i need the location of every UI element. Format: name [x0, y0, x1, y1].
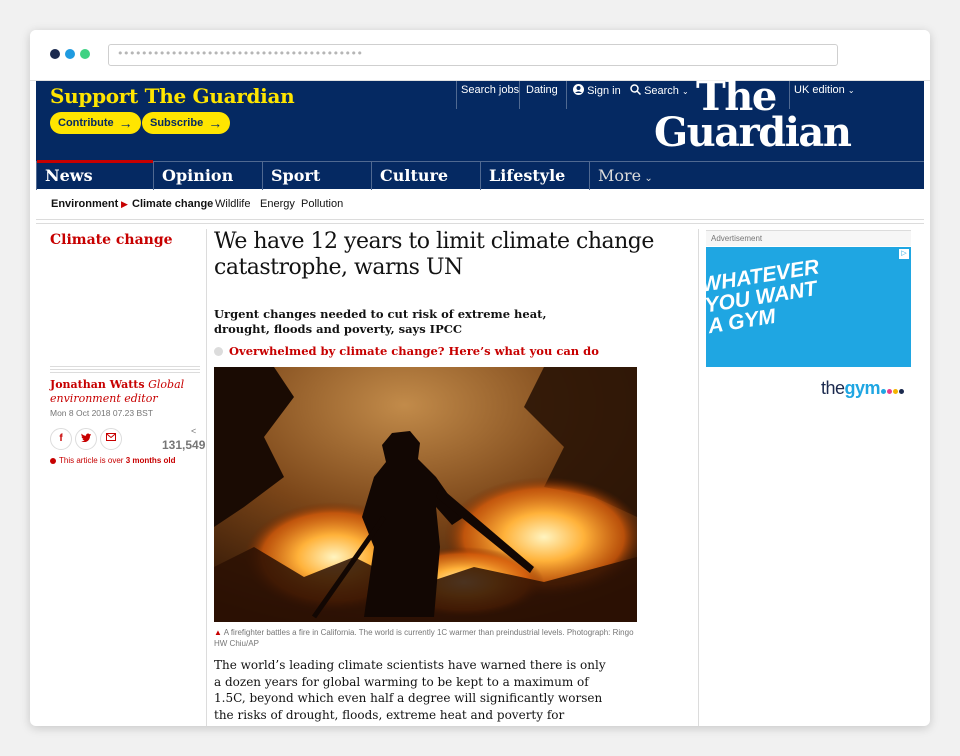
age-warning-prefix: This article is over: [59, 456, 124, 465]
nav-item-sport[interactable]: Sport: [262, 162, 371, 190]
triangle-right-icon: ▶: [121, 199, 128, 209]
subnav-item-environment[interactable]: Environment: [51, 189, 118, 219]
user-icon: [573, 84, 584, 95]
window-dot-minimize[interactable]: [65, 49, 75, 59]
author-name[interactable]: Jonathan Watts: [50, 378, 145, 391]
nav-item-lifestyle[interactable]: Lifestyle: [480, 162, 589, 190]
related-link[interactable]: Overwhelmed by climate change? Here’s wh…: [214, 344, 599, 358]
subnav-item-climate-change[interactable]: Climate change: [132, 189, 213, 219]
column-divider: [698, 229, 699, 726]
dot-icon: [893, 389, 899, 394]
sign-in-link[interactable]: Sign in: [573, 84, 621, 97]
dot-icon: [887, 389, 893, 394]
window-dot-maximize[interactable]: [80, 49, 90, 59]
search-icon: [630, 84, 642, 96]
browser-toolbar: ••••••••••••••••••••••••••••••••••••••••…: [30, 30, 930, 81]
brand-pre: the: [821, 378, 845, 398]
guardian-page: Support The Guardian Contribute → Subscr…: [36, 77, 924, 726]
article-headline: We have 12 years to limit climate change…: [214, 229, 654, 280]
subnav-item-wildlife[interactable]: Wildlife: [215, 189, 250, 219]
logo-line-2: Guardian: [654, 109, 852, 156]
section-label[interactable]: Climate change: [50, 232, 173, 248]
support-title[interactable]: Support The Guardian: [50, 84, 295, 108]
divider: [519, 81, 520, 109]
publish-date: Mon 8 Oct 2018 07.23 BST: [50, 408, 154, 418]
subnav-item-pollution[interactable]: Pollution: [301, 189, 343, 219]
dating-link[interactable]: Dating: [526, 84, 558, 96]
guardian-logo[interactable]: The Guardian: [654, 77, 852, 156]
bullet-icon: [214, 347, 223, 356]
nav-item-news[interactable]: News: [36, 160, 153, 190]
caption-text: A firefighter battles a fire in Californ…: [214, 628, 634, 648]
chevron-down-icon: ⌄: [641, 173, 653, 184]
arrow-right-icon: →: [118, 115, 133, 131]
firefighter-photo: [214, 367, 637, 622]
divider: [50, 366, 200, 367]
dot-icon: [899, 389, 905, 394]
nav-item-opinion[interactable]: Opinion: [153, 162, 262, 190]
article-age-warning: This article is over 3 months old: [50, 456, 175, 465]
nav-item-culture[interactable]: Culture: [371, 162, 480, 190]
byline: Jonathan Watts Global environment editor: [50, 378, 200, 406]
divider: [456, 81, 457, 109]
advertisement-banner[interactable]: ▷ WHATEVER YOU WANT A GYM: [706, 247, 911, 367]
article-photo[interactable]: [214, 367, 637, 622]
nav-more-label: More: [598, 166, 642, 185]
share-icon: <: [191, 426, 197, 436]
window-dot-close[interactable]: [50, 49, 60, 59]
site-header: Support The Guardian Contribute → Subscr…: [36, 77, 924, 190]
advertiser-logo[interactable]: thegym: [821, 378, 905, 399]
main-nav: News Opinion Sport Culture Lifestyle Mor…: [36, 160, 924, 190]
nav-item-more[interactable]: More ⌄: [589, 162, 699, 190]
browser-window: ••••••••••••••••••••••••••••••••••••••••…: [30, 30, 930, 726]
share-count: 131,549: [162, 438, 206, 452]
divider: [566, 81, 567, 109]
arrow-right-icon: →: [208, 115, 223, 131]
address-bar[interactable]: ••••••••••••••••••••••••••••••••••••••••…: [108, 44, 838, 66]
article-standfirst: Urgent changes needed to cut risk of ext…: [214, 307, 547, 336]
subscribe-button[interactable]: Subscribe →: [142, 112, 231, 134]
facebook-share-icon[interactable]: f: [50, 428, 72, 450]
contribute-label: Contribute: [58, 117, 114, 129]
address-text: ••••••••••••••••••••••••••••••••••••••••…: [117, 47, 363, 60]
brand-main: gym: [844, 378, 881, 398]
divider: [50, 369, 200, 370]
subscribe-label: Subscribe: [150, 117, 204, 129]
triangle-up-icon: ▲: [214, 628, 222, 637]
subnav-item-energy[interactable]: Energy: [260, 189, 295, 219]
age-warning-value: 3 months old: [125, 456, 176, 465]
divider: [36, 223, 924, 224]
clock-icon: [50, 457, 56, 464]
dot-icon: [881, 389, 887, 394]
sub-nav: Environment ▶ Climate change Wildlife En…: [36, 189, 924, 220]
search-jobs-link[interactable]: Search jobs: [461, 84, 519, 96]
ad-text: WHATEVER YOU WANT A GYM: [706, 247, 911, 338]
sign-in-label: Sign in: [587, 85, 621, 97]
twitter-share-icon[interactable]: [75, 428, 97, 450]
related-link-text: Overwhelmed by climate change? Here’s wh…: [229, 344, 599, 358]
photo-caption: ▲ A firefighter battles a fire in Califo…: [214, 627, 634, 649]
divider: [50, 372, 200, 373]
column-divider: [206, 229, 207, 726]
email-share-icon[interactable]: [100, 428, 122, 450]
contribute-button[interactable]: Contribute →: [50, 112, 141, 134]
advertisement-label: Advertisement: [706, 230, 911, 246]
article-body: The world’s leading climate scientists h…: [214, 658, 606, 726]
